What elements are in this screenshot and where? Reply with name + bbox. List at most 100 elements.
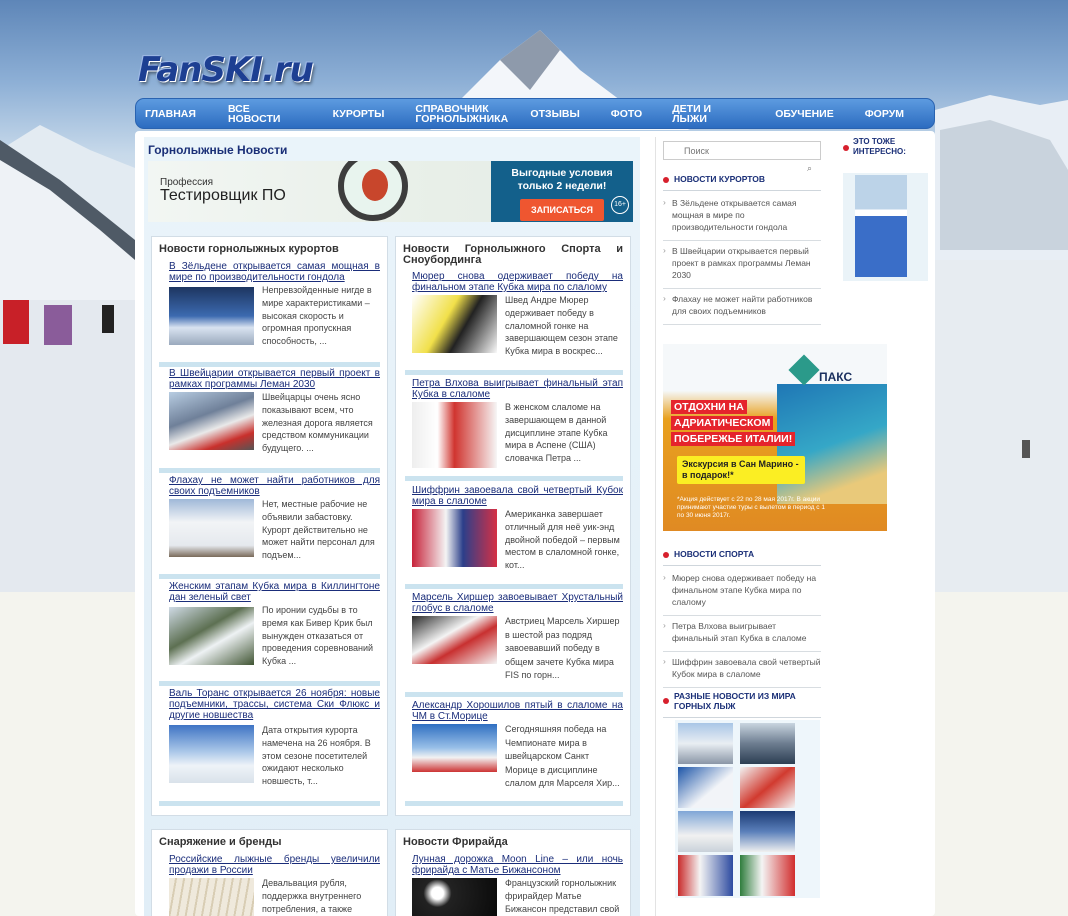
sidebar-link[interactable]: Шиффрин завоевала свой четвертый Кубок м… (663, 652, 821, 688)
search-icon[interactable]: ⌕ (807, 163, 812, 174)
ad-offer-panel: Выгодные условия только 2 недели! ЗАПИСА… (491, 161, 633, 222)
article-thumbnail[interactable] (412, 724, 497, 772)
divider (159, 574, 380, 579)
search-input[interactable] (663, 141, 821, 160)
also-interesting-widget: ЭТО ТОЖЕ ИНТЕРЕСНО: (843, 137, 928, 283)
photo-thumbnail[interactable] (740, 855, 795, 896)
list-item: Марсель Хиршер завоевывает Хрустальный г… (412, 592, 623, 692)
photo-thumbnail[interactable] (678, 767, 733, 808)
nav-forum[interactable]: ФОРУМ (865, 108, 904, 119)
ad-promo: Экскурсия в Сан Марино - в подарок!* (677, 456, 805, 484)
list-item: Александр Хорошилов пятый в слаломе на Ч… (412, 700, 623, 800)
article-link[interactable]: Лунная дорожка Moon Line – или ночь фрир… (412, 854, 623, 876)
article-thumbnail[interactable] (412, 616, 497, 664)
article-link[interactable]: Шиффрин завоевала свой четвертый Кубок м… (412, 485, 623, 507)
article-thumbnail[interactable] (169, 607, 254, 665)
photo-thumbnail[interactable] (678, 811, 733, 852)
article-thumbnail[interactable] (412, 878, 497, 916)
article-excerpt: Сегодняшняя победа на Чемпионате мира в … (505, 724, 620, 788)
divider (159, 362, 380, 367)
divider (159, 801, 380, 806)
article-link[interactable]: Флахау не может найти работников для сво… (169, 475, 380, 497)
paks-logo-icon (788, 354, 820, 386)
column-title: Снаряжение и бренды (159, 836, 282, 848)
photo-thumbnail[interactable] (678, 855, 733, 896)
ad-line: ПОБЕРЕЖЬЕ ИТАЛИИ! (671, 432, 796, 446)
list-item: Лунная дорожка Moon Line – или ночь фрир… (412, 854, 623, 916)
sidebar-link[interactable]: В Швейцарии открывается первый проект в … (663, 241, 821, 289)
nav-home[interactable]: ГЛАВНАЯ (145, 108, 196, 119)
article-thumbnail[interactable] (412, 295, 497, 353)
photo-thumbnail[interactable] (740, 767, 795, 808)
resorts-news-list: В Зёльдене открывается самая мощная в ми… (663, 193, 821, 325)
nav-all-news[interactable]: ВСЕ НОВОСТИ (228, 103, 301, 124)
page-title: Горнолыжные Новости (148, 143, 288, 157)
nav-resorts[interactable]: КУРОРТЫ (333, 108, 385, 119)
nav-photo[interactable]: ФОТО (611, 108, 642, 119)
nav-reviews[interactable]: ОТЗЫВЫ (530, 108, 579, 119)
article-excerpt: По иронии судьбы в то время как Бивер Кр… (262, 605, 374, 667)
divider (159, 468, 380, 473)
article-link[interactable]: Мюрер снова одерживает победу на финальн… (412, 271, 623, 293)
site-logo[interactable]: FanSKI.ru (138, 50, 314, 90)
sidebar-link[interactable]: В Зёльдене открывается самая мощная в ми… (663, 193, 821, 241)
article-excerpt: В женском слаломе на завершающем в данно… (505, 402, 608, 464)
article-link[interactable]: Александр Хорошилов пятый в слаломе на Ч… (412, 700, 623, 722)
article-excerpt: Дата открытия курорта намечена на 26 ноя… (262, 725, 371, 787)
heading-label: НОВОСТИ СПОРТА (674, 549, 755, 559)
sidebar-link[interactable]: Петра Влхова выигрывает финальный этап К… (663, 616, 821, 652)
column-title: Новости Фрирайда (403, 836, 508, 848)
ad-signup-button[interactable]: ЗАПИСАТЬСЯ (520, 199, 604, 221)
divider (405, 476, 623, 481)
sidebar-link[interactable]: Мюрер снова одерживает победу на финальн… (663, 568, 821, 616)
sport-news-list: Мюрер снова одерживает победу на финальн… (663, 568, 821, 688)
article-excerpt: Американка завершает отличный для неё уи… (505, 509, 620, 571)
article-thumbnail[interactable] (412, 402, 497, 468)
article-thumbnail[interactable] (169, 499, 254, 557)
article-link[interactable]: Петра Влхова выигрывает финальный этап К… (412, 378, 623, 400)
article-excerpt: Французский горнолыжник фрирайдер Матье … (505, 878, 620, 914)
ad-offer-text: Выгодные условия только 2 недели! (511, 167, 613, 192)
bug-icon (362, 169, 388, 201)
nav-handbook[interactable]: СПРАВОЧНИК ГОРНОЛЫЖНИКА (415, 103, 508, 124)
article-link[interactable]: Российские лыжные бренды увеличили прода… (169, 854, 380, 876)
article-thumbnail[interactable] (412, 509, 497, 567)
column-title: Новости горнолыжных курортов (159, 243, 339, 255)
divider (405, 584, 623, 589)
article-thumbnail[interactable] (169, 392, 254, 450)
nav-kids[interactable]: ДЕТИ И ЛЫЖИ (672, 103, 744, 124)
ad-banner-paks[interactable]: ПАКС ОТДОХНИ НА АДРИАТИЧЕСКОМ ПОБЕРЕЖЬЕ … (663, 344, 887, 531)
column-title: Новости Горнолыжного Спорта и Сноубордин… (403, 243, 623, 266)
nav-training[interactable]: ОБУЧЕНИЕ (775, 108, 834, 119)
divider (405, 692, 623, 697)
photos-heading: РАЗНЫЕ НОВОСТИ ИЗ МИРА ГОРНЫХ ЛЫЖ (663, 691, 821, 718)
list-item: Флахау не может найти работников для сво… (169, 475, 380, 575)
also-interesting-thumbnail[interactable] (855, 175, 907, 277)
sidebar-link[interactable]: Флахау не может найти работников для сво… (663, 289, 821, 325)
ad-line: АДРИАТИЧЕСКОМ (671, 416, 774, 430)
article-excerpt: Швед Андре Мюрер одерживает победу в сла… (505, 295, 618, 357)
article-link[interactable]: В Швейцарии открывается первый проект в … (169, 368, 380, 390)
photo-thumbnail[interactable] (740, 723, 795, 764)
heading-label: НОВОСТИ КУРОРТОВ (674, 174, 766, 184)
article-excerpt: Австриец Марсель Хиршер в шестой раз под… (505, 616, 620, 680)
ad-headline: ОТДОХНИ НА АДРИАТИЧЕСКОМ ПОБЕРЕЖЬЕ ИТАЛИ… (671, 400, 796, 448)
article-thumbnail[interactable] (169, 287, 254, 345)
divider (405, 801, 623, 806)
sport-news-heading: НОВОСТИ СПОРТА (663, 549, 821, 566)
photo-thumbnail[interactable] (740, 811, 795, 852)
article-excerpt: Швейцарцы очень ясно показывают всем, чт… (262, 392, 373, 454)
article-link[interactable]: Марсель Хиршер завоевывает Хрустальный г… (412, 592, 623, 614)
ad-brand: ПАКС (819, 370, 853, 384)
photo-thumbnail[interactable] (678, 723, 733, 764)
article-thumbnail[interactable] (169, 878, 254, 916)
ad-banner-tester[interactable]: Профессия Тестировщик ПО Выгодные услови… (148, 161, 633, 222)
list-item: Шиффрин завоевала свой четвертый Кубок м… (412, 485, 623, 585)
article-link[interactable]: Валь Торанс открывается 26 ноября: новые… (169, 688, 380, 721)
ad-job-title: Тестировщик ПО (160, 187, 286, 204)
heading-label: РАЗНЫЕ НОВОСТИ ИЗ МИРА ГОРНЫХ ЛЫЖ (674, 691, 796, 711)
article-thumbnail[interactable] (169, 725, 254, 783)
article-link[interactable]: Женским этапам Кубка мира в Киллингтоне … (169, 581, 380, 603)
ad-fine-print: *Акция действует с 22 по 28 мая 2017г. В… (677, 496, 825, 519)
article-link[interactable]: В Зёльдене открывается самая мощная в ми… (169, 261, 380, 283)
